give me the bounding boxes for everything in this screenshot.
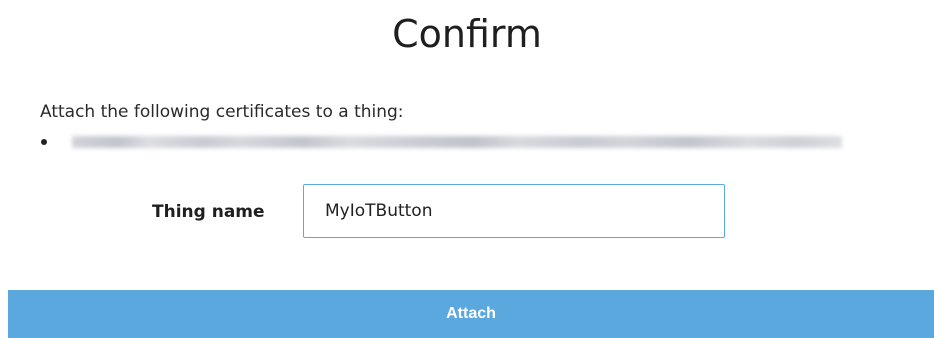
certificate-list <box>40 130 842 154</box>
confirm-dialog: Confirm Attach the following certificate… <box>0 0 934 338</box>
certificate-list-item <box>40 130 842 154</box>
bullet-icon <box>41 139 47 145</box>
intro-text: Attach the following certificates to a t… <box>40 102 404 122</box>
thing-name-row: Thing name <box>0 184 934 242</box>
attach-button[interactable]: Attach <box>8 290 934 338</box>
thing-name-input[interactable] <box>303 184 725 238</box>
dialog-title: Confirm <box>392 12 542 56</box>
redacted-certificate-id <box>72 136 842 148</box>
thing-name-label: Thing name <box>152 202 265 222</box>
